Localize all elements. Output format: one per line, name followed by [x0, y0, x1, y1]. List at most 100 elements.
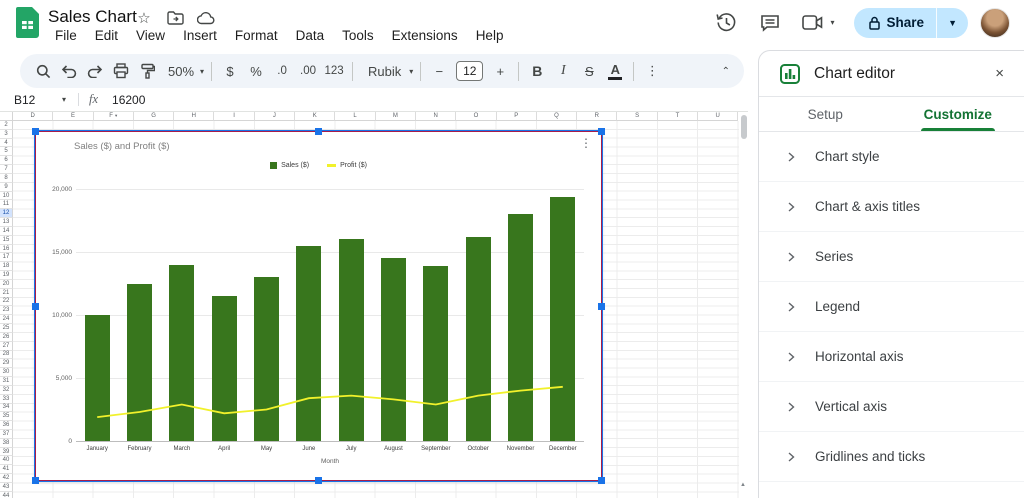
row-header-5[interactable]: 5: [0, 147, 13, 157]
column-dropdown-caret[interactable]: ▾: [115, 113, 117, 119]
row-header-38[interactable]: 38: [0, 438, 13, 448]
row-header-22[interactable]: 22: [0, 297, 13, 307]
paint-format-icon[interactable]: [134, 58, 160, 84]
zoom-caret[interactable]: ▾: [198, 67, 206, 76]
format-currency-button[interactable]: $: [217, 58, 243, 84]
selection-handle[interactable]: [315, 128, 322, 135]
row-header-28[interactable]: 28: [0, 350, 13, 360]
menu-item-tools[interactable]: Tools: [333, 26, 383, 45]
section-series[interactable]: Series: [759, 232, 1024, 282]
increase-decimal-button[interactable]: .00: [295, 58, 321, 84]
row-header-41[interactable]: 41: [0, 465, 13, 475]
row-header-7[interactable]: 7: [0, 165, 13, 174]
column-header-E[interactable]: E: [53, 112, 94, 121]
row-header-15[interactable]: 15: [0, 235, 13, 245]
spreadsheet-grid[interactable]: D E F ▾ G H I J K L M N O P Q R S T U 2 3 4 5 6 7 8 9 10 11 12 13 14 15…: [0, 112, 748, 498]
row-header-3[interactable]: 3: [0, 129, 13, 139]
row-header-19[interactable]: 19: [0, 271, 13, 280]
row-header-31[interactable]: 31: [0, 377, 13, 386]
row-header-25[interactable]: 25: [0, 324, 13, 333]
formula-input[interactable]: 16200: [112, 93, 145, 107]
row-header-18[interactable]: 18: [0, 262, 13, 272]
row-header-37[interactable]: 37: [0, 429, 13, 439]
font-family-select[interactable]: Rubik: [358, 64, 407, 79]
more-formats-button[interactable]: 123: [321, 58, 347, 84]
row-header-4[interactable]: 4: [0, 138, 13, 148]
selection-handle[interactable]: [598, 302, 605, 310]
select-all-corner[interactable]: [0, 112, 13, 121]
text-color-button[interactable]: A: [602, 58, 628, 84]
section-chart-style[interactable]: Chart style: [759, 132, 1024, 182]
share-dropdown-caret[interactable]: ▼: [937, 18, 968, 28]
column-header-F[interactable]: F ▾: [93, 112, 134, 121]
bold-button[interactable]: B: [524, 58, 550, 84]
cloud-status-icon[interactable]: [197, 9, 215, 27]
meet-video-icon[interactable]: [801, 11, 825, 35]
menu-item-view[interactable]: View: [127, 26, 174, 45]
close-icon[interactable]: ×: [995, 65, 1004, 82]
row-header-40[interactable]: 40: [0, 456, 13, 466]
strikethrough-button[interactable]: S: [576, 58, 602, 84]
version-history-icon[interactable]: [715, 11, 739, 35]
column-header-J[interactable]: J: [254, 112, 296, 121]
selection-handle[interactable]: [315, 477, 322, 484]
row-header-9[interactable]: 9: [0, 182, 13, 192]
row-header-33[interactable]: 33: [0, 394, 13, 404]
column-header-K[interactable]: K: [295, 112, 336, 121]
name-box-caret[interactable]: ▾: [62, 95, 72, 104]
italic-button[interactable]: I: [550, 58, 576, 84]
menu-item-extensions[interactable]: Extensions: [383, 26, 467, 45]
column-header-S[interactable]: S: [617, 112, 658, 121]
section-horizontal-axis[interactable]: Horizontal axis: [759, 332, 1024, 382]
row-header-17[interactable]: 17: [0, 253, 13, 263]
column-header-T[interactable]: T: [657, 112, 699, 121]
column-header-U[interactable]: U: [698, 112, 739, 121]
row-header-21[interactable]: 21: [0, 288, 13, 298]
move-folder-icon[interactable]: [166, 9, 184, 27]
row-header-20[interactable]: 20: [0, 279, 13, 289]
increase-font-size-button[interactable]: +: [487, 58, 513, 84]
search-icon[interactable]: [30, 58, 56, 84]
row-header-30[interactable]: 30: [0, 368, 13, 378]
row-header-39[interactable]: 39: [0, 447, 13, 457]
row-header-32[interactable]: 32: [0, 385, 13, 395]
scroll-up-arrow[interactable]: ▲: [739, 482, 747, 492]
row-header-12[interactable]: 12: [0, 209, 13, 219]
row-header-10[interactable]: 10: [0, 191, 13, 201]
meet-dropdown-caret[interactable]: ▾: [829, 18, 837, 27]
menu-item-format[interactable]: Format: [226, 26, 287, 45]
menu-item-insert[interactable]: Insert: [174, 26, 226, 45]
row-header-13[interactable]: 13: [0, 218, 13, 227]
print-icon[interactable]: [108, 58, 134, 84]
star-icon[interactable]: ☆: [135, 9, 153, 27]
row-header-16[interactable]: 16: [0, 244, 13, 254]
menu-item-help[interactable]: Help: [467, 26, 513, 45]
account-avatar[interactable]: [980, 7, 1010, 38]
font-size-input[interactable]: 12: [456, 61, 484, 81]
column-header-O[interactable]: O: [456, 112, 497, 121]
row-header-24[interactable]: 24: [0, 315, 13, 325]
decrease-font-size-button[interactable]: −: [426, 58, 452, 84]
row-header-6[interactable]: 6: [0, 156, 13, 166]
format-percent-button[interactable]: %: [243, 58, 269, 84]
row-header-23[interactable]: 23: [0, 306, 13, 316]
share-button[interactable]: Share ▼: [853, 7, 968, 38]
zoom-level[interactable]: 50%: [160, 64, 198, 79]
selection-handle[interactable]: [598, 128, 605, 135]
column-header-L[interactable]: L: [335, 112, 376, 121]
name-box[interactable]: B12 ▾: [0, 93, 72, 107]
scrollbar-thumb[interactable]: [741, 115, 747, 139]
document-title[interactable]: Sales Chart: [48, 7, 137, 27]
redo-icon[interactable]: [82, 58, 108, 84]
more-options-icon[interactable]: ⋮: [639, 58, 665, 84]
section-chart-axis-titles[interactable]: Chart & axis titles: [759, 182, 1024, 232]
row-header-29[interactable]: 29: [0, 359, 13, 369]
row-header-8[interactable]: 8: [0, 173, 13, 183]
column-header-Q[interactable]: Q: [536, 112, 578, 121]
undo-icon[interactable]: [56, 58, 82, 84]
column-header-G[interactable]: G: [133, 112, 175, 121]
row-header-36[interactable]: 36: [0, 421, 13, 430]
embedded-chart[interactable]: Sales ($) and Profit ($) ⋮ Sales ($) Prof…: [32, 128, 605, 484]
selection-handle[interactable]: [32, 477, 39, 484]
column-header-N[interactable]: N: [415, 112, 457, 121]
